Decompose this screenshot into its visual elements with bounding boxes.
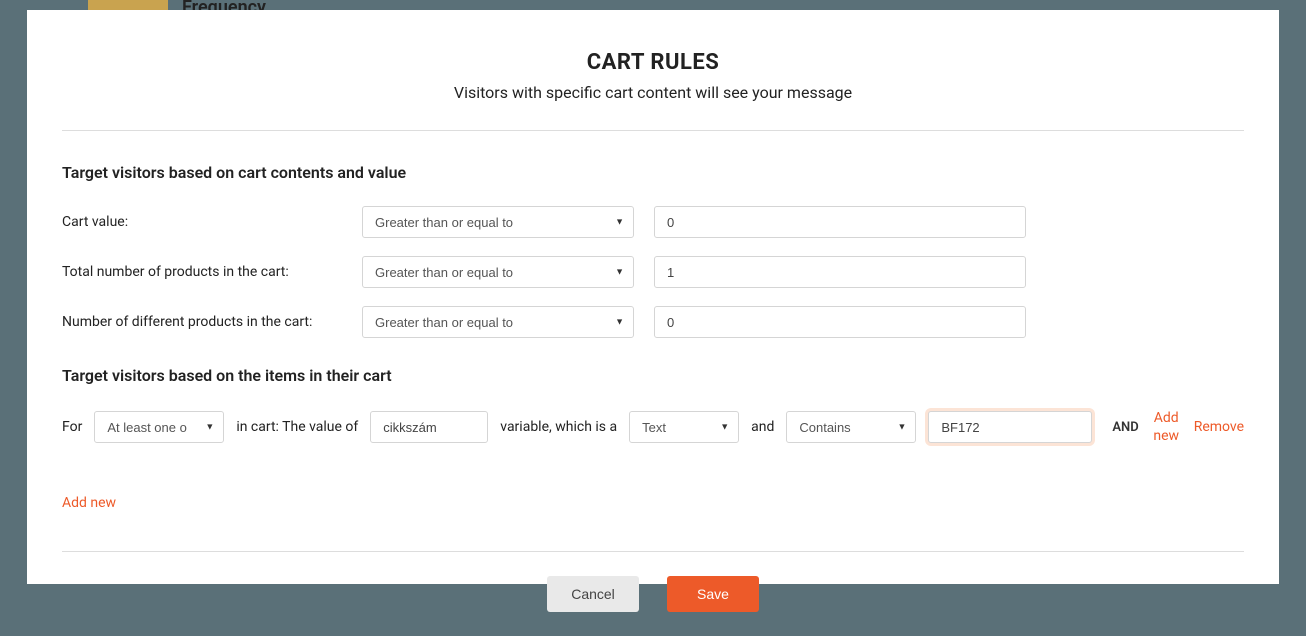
total-products-label: Total number of products in the cart: (62, 264, 342, 280)
total-products-operator-wrap: Greater than or equal to (362, 256, 634, 288)
rule-actions: AND Add new Remove (1112, 409, 1244, 445)
for-label: For (62, 419, 82, 435)
modal-subtitle: Visitors with specific cart content will… (62, 83, 1244, 102)
quantifier-wrap: At least one o (94, 411, 224, 443)
cart-value-operator-wrap: Greater than or equal to (362, 206, 634, 238)
cart-value-operator-select[interactable]: Greater than or equal to (362, 206, 634, 238)
total-products-row: Total number of products in the cart: Gr… (62, 256, 1244, 288)
different-products-operator-wrap: Greater than or equal to (362, 306, 634, 338)
total-products-input[interactable] (654, 256, 1026, 288)
different-products-row: Number of different products in the cart… (62, 306, 1244, 338)
variable-label: variable, which is a (500, 419, 617, 435)
item-rule-row: For At least one o in cart: The value of… (62, 409, 1244, 445)
different-products-operator-select[interactable]: Greater than or equal to (362, 306, 634, 338)
different-products-input[interactable] (654, 306, 1026, 338)
value-input[interactable] (928, 411, 1092, 443)
cart-value-row: Cart value: Greater than or equal to (62, 206, 1244, 238)
cancel-button[interactable]: Cancel (547, 576, 639, 612)
background-accent-bar (88, 0, 168, 10)
section-heading-items: Target visitors based on the items in th… (62, 366, 1244, 385)
type-wrap: Text (629, 411, 739, 443)
modal-title: CART RULES (62, 50, 1244, 75)
save-button[interactable]: Save (667, 576, 759, 612)
operator-wrap: Contains (786, 411, 916, 443)
cart-value-input[interactable] (654, 206, 1026, 238)
quantifier-select[interactable]: At least one o (94, 411, 224, 443)
cart-rules-modal: CART RULES Visitors with specific cart c… (27, 10, 1279, 584)
and-text: and (751, 419, 774, 435)
add-new-condition-link[interactable]: Add new (1149, 409, 1184, 445)
variable-name-input[interactable] (370, 411, 488, 443)
section-heading-cart-contents: Target visitors based on cart contents a… (62, 163, 1244, 182)
conjunction-label: AND (1112, 420, 1138, 435)
cart-value-label: Cart value: (62, 214, 342, 230)
different-products-label: Number of different products in the cart… (62, 314, 342, 330)
divider-top (62, 130, 1244, 131)
remove-condition-link[interactable]: Remove (1194, 418, 1244, 436)
modal-footer: Cancel Save (62, 551, 1244, 636)
type-select[interactable]: Text (629, 411, 739, 443)
add-new-rule-link[interactable]: Add new (62, 495, 116, 511)
total-products-operator-select[interactable]: Greater than or equal to (362, 256, 634, 288)
contains-select[interactable]: Contains (786, 411, 916, 443)
in-cart-label: in cart: The value of (236, 419, 358, 435)
